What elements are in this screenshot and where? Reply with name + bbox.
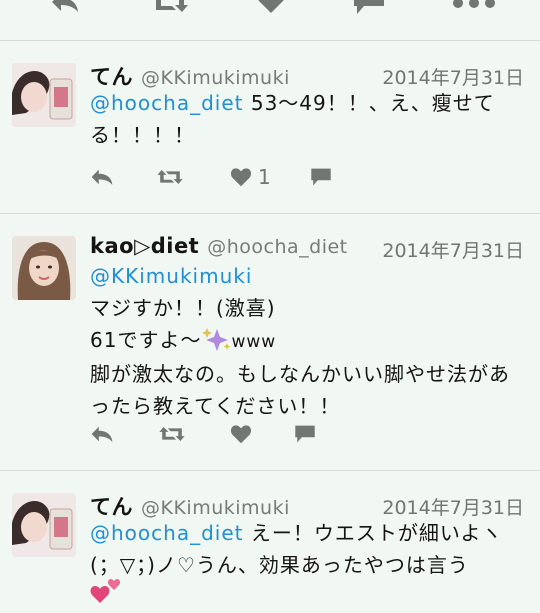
display-name[interactable]: kao▷diet @hoocha_diet (90, 234, 348, 258)
tweet-text: @KKimukimuki マジすか！！(激喜) 61ですよ〜 www 脚が激太なの。もし… (90, 260, 530, 422)
retweet-icon[interactable] (150, 0, 190, 16)
timestamp[interactable]: 2014年7月31日 (382, 493, 524, 520)
reply-button[interactable] (90, 162, 114, 192)
message-button[interactable] (310, 162, 332, 192)
handle[interactable]: @hoocha_diet (207, 236, 347, 258)
message-icon (311, 168, 331, 186)
like-button[interactable]: 1 (230, 162, 271, 192)
tweet[interactable]: てん @KKimukimuki 2014年7月31日 @hoocha_diet え… (0, 471, 540, 613)
message-button[interactable] (294, 419, 316, 449)
tweet[interactable]: kao▷diet @hoocha_diet 2014年7月31日 @KKimuki… (0, 214, 540, 470)
retweet-button[interactable] (156, 162, 184, 192)
heart-icon[interactable] (256, 0, 286, 14)
retweet-icon (159, 427, 185, 441)
reply-icon (91, 169, 113, 185)
text-line: マジすか！！(激喜) (90, 296, 276, 320)
tweet-actions (88, 419, 348, 449)
like-button[interactable] (230, 419, 252, 449)
message-icon (295, 425, 315, 443)
two-hearts-icon (90, 577, 122, 605)
heart-icon (230, 425, 252, 444)
text-line: 61ですよ〜 www (90, 328, 277, 352)
timestamp[interactable]: 2014年7月31日 (382, 63, 524, 90)
tweet[interactable]: てん @KKimukimuki 2014年7月31日 @hoocha_diet 5… (0, 41, 540, 213)
previous-tweet-actions (0, 0, 540, 41)
avatar[interactable] (12, 493, 76, 557)
sparkles-icon (202, 328, 231, 351)
mention-link[interactable]: @hoocha_diet (90, 91, 243, 115)
reply-icon[interactable] (50, 0, 80, 14)
tweet-actions: 1 (88, 162, 348, 192)
tweet-text: @hoocha_diet えー！ウエストが細いよヽ(；▽；)ノ♡うん、効果あった… (90, 521, 503, 577)
avatar[interactable] (12, 63, 76, 127)
retweet-icon (157, 170, 183, 184)
reply-icon (91, 426, 113, 442)
mention-link[interactable]: @hoocha_diet (90, 521, 243, 545)
mention-link[interactable]: @KKimukimuki (90, 260, 530, 292)
handle[interactable]: @KKimukimuki (141, 67, 290, 89)
avatar[interactable] (12, 236, 76, 300)
timestamp[interactable]: 2014年7月31日 (382, 236, 524, 263)
more-icon[interactable] (452, 0, 496, 10)
tweet-text: @hoocha_diet 53〜49！！、え、瘦せてる！！！！ (90, 91, 495, 147)
retweet-button[interactable] (158, 419, 186, 449)
heart-icon (230, 168, 252, 187)
reply-button[interactable] (90, 419, 114, 449)
handle[interactable]: @KKimukimuki (141, 497, 290, 519)
like-count: 1 (258, 165, 271, 189)
text-line: 脚が激太なの。もしなんかいい脚やせ法があったら教えてください！！ (90, 362, 510, 418)
message-icon[interactable] (352, 0, 386, 16)
